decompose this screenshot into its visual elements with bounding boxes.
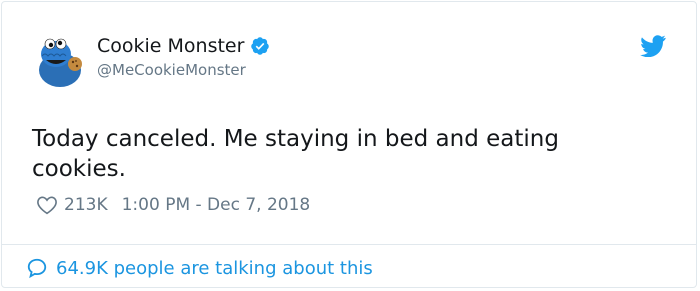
verified-badge-icon: [251, 37, 270, 55]
footer-divider: [2, 244, 696, 245]
tweet-timestamp[interactable]: 1:00 PM - Dec 7, 2018: [122, 195, 311, 215]
avatar-image: [39, 38, 82, 87]
author-display-name[interactable]: Cookie Monster: [97, 34, 244, 58]
conversation-label[interactable]: 64.9K people are talking about this: [56, 258, 373, 279]
like-count[interactable]: 213K: [64, 195, 108, 215]
speech-bubble-icon: [27, 258, 47, 279]
author-name-row: Cookie Monster: [97, 34, 270, 58]
tweet-text: Today canceled. Me staying in bed and ea…: [32, 126, 559, 182]
tweet-card: Cookie Monster @MeCookieMonster Today ca…: [1, 1, 697, 288]
conversation-link[interactable]: 64.9K people are talking about this: [26, 257, 373, 279]
author-handle[interactable]: @MeCookieMonster: [97, 60, 246, 80]
cookie-monster-avatar[interactable]: [32, 34, 88, 90]
tweet-meta-row: 213K 1:00 PM - Dec 7, 2018: [36, 195, 310, 215]
twitter-bird-icon[interactable]: [640, 35, 666, 57]
heart-icon[interactable]: [36, 195, 58, 215]
